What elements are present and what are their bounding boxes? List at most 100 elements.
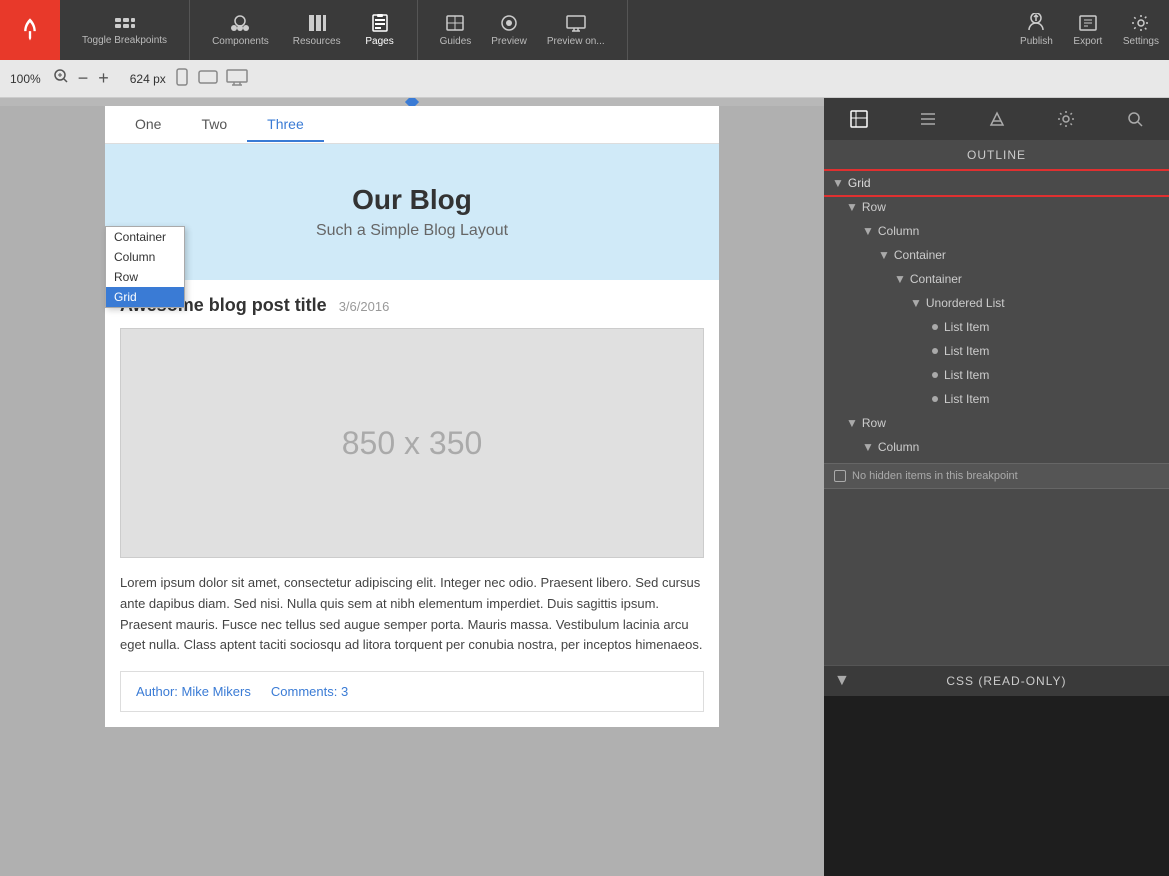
breakpoint-group: 624 px <box>130 68 248 89</box>
outline-item-column2[interactable]: ▼ Column <box>824 435 1169 459</box>
breakpoints-group: Toggle Breakpoints <box>60 0 190 60</box>
guides-button[interactable]: Guides <box>430 9 482 51</box>
grid-label: Grid <box>848 176 871 190</box>
author-link[interactable]: Author: Mike Mikers <box>136 684 251 699</box>
preview-icon <box>498 13 520 33</box>
toggle-breakpoints-button[interactable]: Toggle Breakpoints <box>72 10 177 50</box>
gear-icon <box>1057 110 1075 128</box>
outline-item-container1[interactable]: ▼ Container <box>824 243 1169 267</box>
outline-item-column1[interactable]: ▼ Column <box>824 219 1169 243</box>
size-display: 624 px <box>130 72 166 86</box>
css-content-area <box>824 696 1169 876</box>
outline-item-li2[interactable]: List Item <box>824 339 1169 363</box>
preview-on-button[interactable]: Preview on... <box>537 9 615 51</box>
outline-item-ul[interactable]: ▼ Unordered List <box>824 291 1169 315</box>
blog-header: Our Blog Such a Simple Blog Layout <box>105 144 719 280</box>
hidden-info-text: No hidden items in this breakpoint <box>852 470 1018 482</box>
search-panel-icon <box>1126 110 1144 128</box>
css-panel: ▼ CSS (READ-ONLY) <box>824 665 1169 876</box>
outline-item-row1[interactable]: ▼ Row <box>824 195 1169 219</box>
blog-post-area: Awesome blog post title 3/6/2016 850 x 3… <box>105 280 719 727</box>
tab-three[interactable]: Three <box>247 108 324 142</box>
tablet-icon[interactable] <box>198 68 218 89</box>
outline-header: OUTLINE <box>824 140 1169 171</box>
monitor-icon <box>565 13 587 33</box>
outline-item-li4[interactable]: List Item <box>824 387 1169 411</box>
desktop-icon[interactable] <box>226 68 248 89</box>
pages-icon <box>369 13 391 33</box>
publish-label: Publish <box>1020 36 1053 47</box>
outline-item-grid[interactable]: ▼ Grid <box>824 171 1169 195</box>
resources-button[interactable]: Resources <box>283 9 351 51</box>
tab-bar: One Two Three <box>105 106 719 144</box>
export-label: Export <box>1073 36 1102 47</box>
preview-button[interactable]: Preview <box>481 9 537 51</box>
css-collapse-triangle[interactable]: ▼ <box>834 672 850 690</box>
column2-label: Column <box>878 440 919 454</box>
collapse-triangle-col1[interactable]: ▼ <box>862 224 874 238</box>
resources-icon <box>306 13 328 33</box>
layout-icon <box>850 110 868 128</box>
zoombar: 100% − + 624 px <box>0 60 1169 98</box>
list-dot-2 <box>932 348 938 354</box>
components-button[interactable]: Components <box>202 9 279 51</box>
rocket-icon <box>16 16 44 44</box>
outline-item-container2[interactable]: ▼ Container <box>824 267 1169 291</box>
blog-subtitle: Such a Simple Blog Layout <box>125 222 699 240</box>
tab-two[interactable]: Two <box>181 108 247 142</box>
publish-button[interactable]: Publish <box>1010 9 1063 51</box>
settings-icon <box>1130 13 1152 33</box>
rp-tab-settings[interactable] <box>1045 102 1087 136</box>
settings-button[interactable]: Settings <box>1113 9 1169 51</box>
collapse-triangle-row1[interactable]: ▼ <box>846 200 858 214</box>
collapse-triangle-col2[interactable]: ▼ <box>862 440 874 454</box>
pages-button[interactable]: Pages <box>355 9 405 51</box>
container2-label: Container <box>910 272 962 286</box>
collapse-triangle-cont1[interactable]: ▼ <box>878 248 890 262</box>
collapse-triangle-row2[interactable]: ▼ <box>846 416 858 430</box>
hidden-info-bar: No hidden items in this breakpoint <box>824 463 1169 489</box>
rp-tab-search[interactable] <box>1114 102 1156 136</box>
zoom-magnify-button[interactable] <box>49 67 73 90</box>
blog-body-text: Lorem ipsum dolor sit amet, consectetur … <box>120 573 704 656</box>
export-button[interactable]: Export <box>1063 9 1113 51</box>
tab-one[interactable]: One <box>115 108 181 142</box>
canvas-wrapper: Container Column Row Grid One Two Three … <box>105 106 719 727</box>
blog-title: Our Blog <box>125 184 699 216</box>
components-label: Components <box>212 36 269 47</box>
zoom-in-button[interactable]: + <box>93 66 114 91</box>
export-icon <box>1077 13 1099 33</box>
rp-tab-styles[interactable] <box>907 102 949 136</box>
dropdown-menu[interactable]: Container Column Row Grid <box>105 226 185 308</box>
collapse-triangle-ul[interactable]: ▼ <box>910 296 922 310</box>
rp-tab-paint[interactable] <box>976 102 1018 136</box>
outline-item-li1[interactable]: List Item <box>824 315 1169 339</box>
components-group: Components Resources Pages <box>190 0 418 60</box>
collapse-triangle-cont2[interactable]: ▼ <box>894 272 906 286</box>
collapse-triangle-grid[interactable]: ▼ <box>832 176 844 190</box>
dropdown-option-container[interactable]: Container <box>106 227 184 247</box>
hidden-checkbox <box>834 470 846 482</box>
comments-link[interactable]: Comments: 3 <box>271 684 348 699</box>
li3-label: List Item <box>944 368 989 382</box>
li1-label: List Item <box>944 320 989 334</box>
column1-label: Column <box>878 224 919 238</box>
dropdown-option-row[interactable]: Row <box>106 267 184 287</box>
blog-post-date: 3/6/2016 <box>339 299 390 314</box>
outline-item-li3[interactable]: List Item <box>824 363 1169 387</box>
phone-portrait-icon[interactable] <box>174 68 190 89</box>
rp-tab-layout[interactable] <box>838 102 880 136</box>
element-type-dropdown[interactable]: Container Column Row Grid <box>105 226 185 308</box>
zoom-out-button[interactable]: − <box>73 66 94 91</box>
list-dot-3 <box>932 372 938 378</box>
outline-tree: ▼ Grid ▼ Row ▼ Column ▼ Container <box>824 171 1169 459</box>
logo-button[interactable] <box>0 0 60 60</box>
dropdown-option-column[interactable]: Column <box>106 247 184 267</box>
outline-item-row2[interactable]: ▼ Row <box>824 411 1169 435</box>
canvas-area[interactable]: Container Column Row Grid One Two Three … <box>0 98 824 876</box>
toolbar: Toggle Breakpoints Components Resources <box>0 0 1169 60</box>
guides-icon <box>444 13 466 33</box>
dropdown-option-grid[interactable]: Grid <box>106 287 184 307</box>
list-icon <box>919 110 937 128</box>
list-dot-1 <box>932 324 938 330</box>
